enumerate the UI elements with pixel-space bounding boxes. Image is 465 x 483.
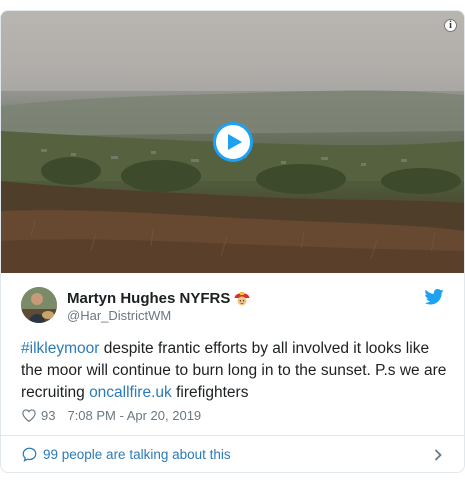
tweet-text: #ilkleymoor despite frantic efforts by a… (21, 338, 449, 404)
play-button[interactable] (213, 122, 253, 162)
tweet-meta: 93 7:08 PM - Apr 20, 2019 (22, 408, 201, 423)
tweet-body-part-2: firefighters (171, 384, 249, 401)
conversation-label[interactable]: 99 people are talking about this (43, 447, 231, 462)
embedded-tweet-card: i Martyn Hughes NYFRS @Har_DistrictWM #i… (0, 10, 465, 473)
twitter-bird-icon[interactable] (424, 289, 444, 305)
like-count[interactable]: 93 (41, 408, 55, 423)
tweet-author[interactable]: Martyn Hughes NYFRS @Har_DistrictWM (21, 287, 446, 327)
author-display-name[interactable]: Martyn Hughes NYFRS (67, 290, 230, 307)
speech-bubble-icon (22, 447, 37, 462)
url-link[interactable]: oncallfire.uk (89, 384, 172, 401)
video-thumbnail[interactable]: i (1, 11, 464, 273)
chevron-right-icon[interactable] (434, 449, 442, 461)
avatar[interactable] (21, 287, 57, 323)
hashtag-link[interactable]: #ilkleymoor (21, 340, 99, 357)
avatar-image (21, 287, 57, 323)
conversation-link[interactable]: 99 people are talking about this (1, 436, 464, 472)
info-icon[interactable]: i (444, 19, 457, 32)
tweet-timestamp[interactable]: 7:08 PM - Apr 20, 2019 (67, 408, 201, 423)
heart-icon[interactable] (22, 409, 36, 422)
play-icon (227, 134, 242, 150)
author-handle[interactable]: @Har_DistrictWM (67, 308, 171, 323)
firefighter-emoji-icon (234, 292, 251, 306)
